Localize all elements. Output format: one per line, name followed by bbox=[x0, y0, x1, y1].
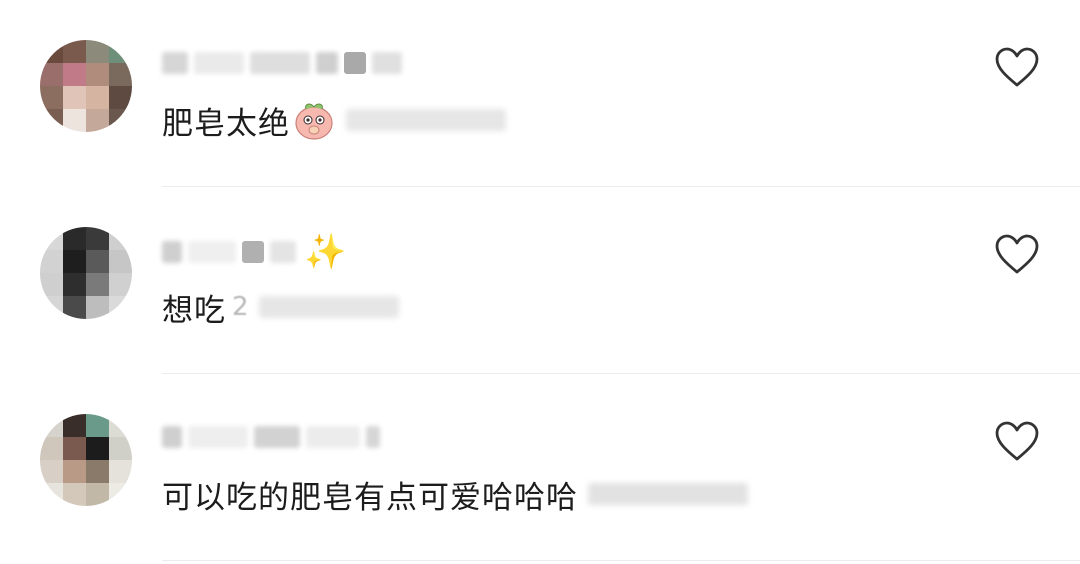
username-blurred bbox=[188, 426, 248, 448]
heart-outline-icon[interactable] bbox=[994, 46, 1040, 88]
username-blurred bbox=[188, 241, 236, 263]
username-blurred bbox=[316, 52, 338, 74]
timestamp-blurred bbox=[346, 109, 506, 131]
username-blurred bbox=[250, 52, 310, 74]
comment-text: 想吃 bbox=[162, 292, 226, 329]
username-blurred bbox=[242, 241, 264, 263]
heart-outline-icon[interactable] bbox=[994, 233, 1040, 275]
comment-row: 想吃 2 bbox=[162, 285, 399, 329]
username-blurred bbox=[344, 52, 366, 74]
comment-row: 可以吃的肥皂有点可爱哈哈哈 bbox=[162, 472, 748, 516]
heart-outline-icon[interactable] bbox=[994, 420, 1040, 462]
username-blurred bbox=[162, 426, 182, 448]
comment-row: 肥皂太绝 bbox=[162, 98, 506, 142]
username-blurred bbox=[162, 241, 182, 263]
username[interactable] bbox=[162, 420, 380, 454]
username-blurred bbox=[306, 426, 360, 448]
sparkle-emoji: ✨ bbox=[304, 232, 347, 272]
username-blurred bbox=[270, 241, 296, 263]
peach-emoji-icon bbox=[295, 103, 333, 140]
username-blurred bbox=[194, 52, 244, 74]
comment-item: 可以吃的肥皂有点可爱哈哈哈 bbox=[0, 374, 1080, 534]
username[interactable] bbox=[162, 46, 402, 80]
timestamp-blurred bbox=[588, 483, 748, 505]
comment-text: 可以吃的肥皂有点可爱哈哈哈 bbox=[162, 479, 578, 516]
avatar[interactable] bbox=[40, 40, 132, 132]
comment-item: ✨ 想吃 2 bbox=[0, 187, 1080, 347]
timestamp-partial: 2 bbox=[232, 292, 249, 322]
divider bbox=[162, 560, 1080, 561]
username[interactable]: ✨ bbox=[162, 235, 346, 269]
avatar[interactable] bbox=[40, 227, 132, 319]
username-blurred bbox=[254, 426, 300, 448]
comment-text: 肥皂太绝 bbox=[162, 105, 290, 142]
timestamp-blurred bbox=[258, 296, 399, 318]
avatar[interactable] bbox=[40, 414, 132, 506]
username-blurred bbox=[162, 52, 188, 74]
username-blurred bbox=[366, 426, 380, 448]
username-blurred bbox=[372, 52, 402, 74]
comment-item: 肥皂太绝 bbox=[0, 0, 1080, 160]
